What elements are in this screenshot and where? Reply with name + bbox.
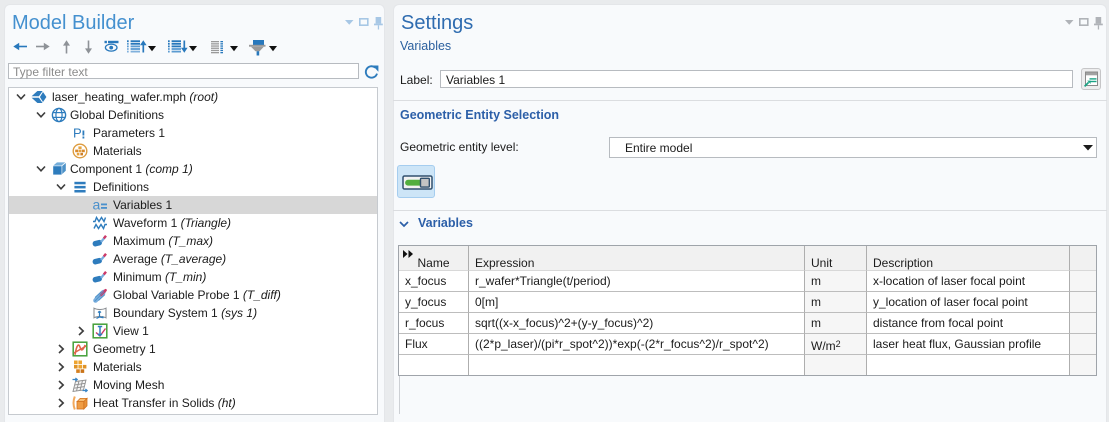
svg-text:P: P bbox=[73, 126, 82, 141]
svg-text:a: a bbox=[93, 197, 101, 213]
